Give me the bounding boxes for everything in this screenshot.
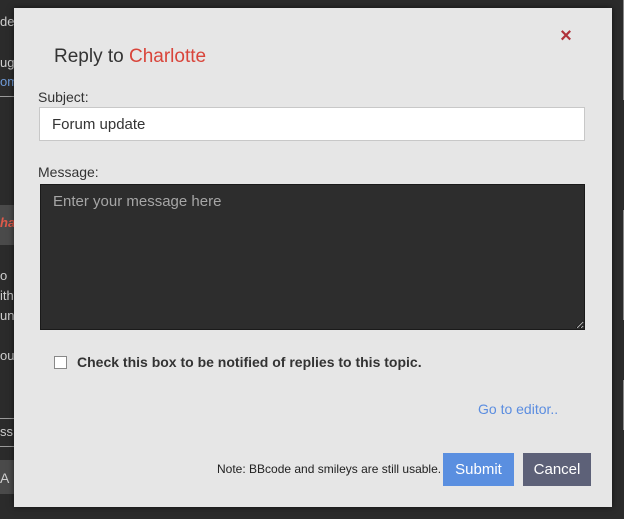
background-divider [0,96,14,97]
background-divider [0,418,14,419]
submit-button[interactable]: Submit [443,453,514,486]
background-text: de [0,14,15,29]
title-prefix: Reply to [54,46,129,67]
go-to-editor-link[interactable]: Go to editor.. [478,401,558,417]
notify-checkbox[interactable] [54,355,67,369]
close-icon[interactable]: × [558,26,574,46]
notify-option[interactable]: Check this box to be notified of replies… [54,354,422,370]
background-text: o [0,268,8,283]
background-text: ss [0,424,13,439]
background-text: ou [0,348,15,363]
background-text: A [0,470,10,486]
background-text: ith [0,288,14,303]
reply-dialog: × Reply to Charlotte Subject: Message: C… [14,8,612,507]
recipient-name: Charlotte [128,46,207,67]
dialog-title: Reply to Charlotte [54,46,206,68]
notify-label[interactable]: Check this box to be notified of replies… [77,354,422,370]
message-textarea[interactable] [40,184,585,330]
bbcode-note: Note: BBcode and smileys are still usabl… [217,462,442,476]
subject-input[interactable] [39,107,585,141]
subject-label: Subject: [38,89,89,105]
background-divider [0,446,14,447]
background-text: ha [0,215,16,230]
cancel-button[interactable]: Cancel [523,453,591,486]
message-label: Message: [38,164,99,180]
